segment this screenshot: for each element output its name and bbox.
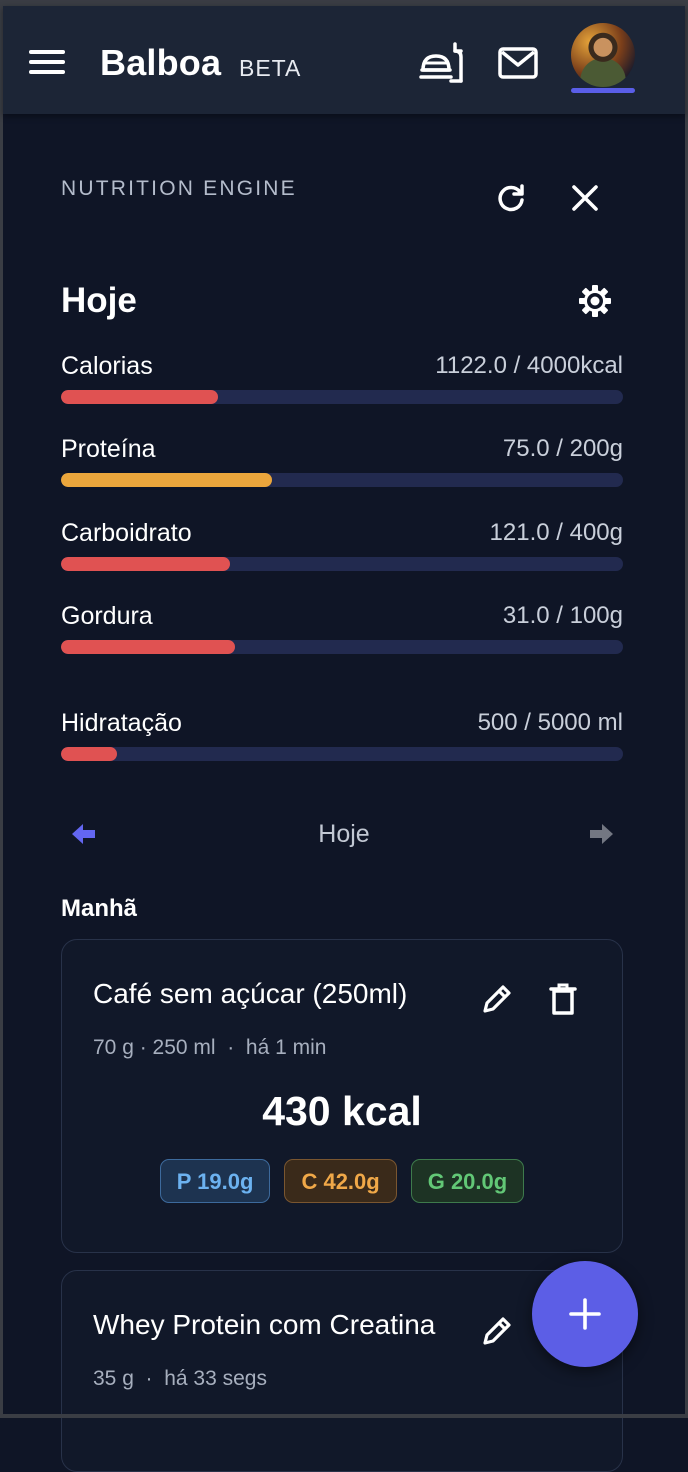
close-icon[interactable] bbox=[568, 181, 602, 215]
progress-fill bbox=[61, 557, 230, 571]
stat-value: 31.0 / 100g bbox=[502, 602, 623, 629]
avatar-active-indicator bbox=[571, 88, 635, 93]
stat-value: 500 / 5000 ml bbox=[477, 709, 623, 736]
progress-track bbox=[61, 473, 623, 487]
refresh-icon[interactable] bbox=[494, 181, 528, 215]
gear-icon[interactable] bbox=[577, 283, 613, 319]
food-entry-card[interactable]: Café sem açúcar (250ml) 70 g · 250 ml · … bbox=[61, 939, 623, 1253]
stat-label: Hidratação bbox=[61, 709, 182, 737]
entry-name: Café sem açúcar (250ml) bbox=[93, 978, 408, 1009]
stat-value: 121.0 / 400g bbox=[489, 519, 623, 546]
beta-badge: BETA bbox=[239, 55, 302, 81]
food-tray-icon[interactable] bbox=[417, 39, 465, 87]
stat-value: 75.0 / 200g bbox=[502, 435, 623, 462]
progress-fill bbox=[61, 390, 219, 404]
window-frame bbox=[0, 1414, 688, 1418]
app-title: Balboa bbox=[100, 42, 222, 83]
avatar[interactable] bbox=[571, 23, 635, 87]
entry-name: Whey Protein com Creatina bbox=[93, 1309, 436, 1340]
window-frame bbox=[0, 0, 3, 1418]
protein-pill: P 19.0g bbox=[159, 1159, 271, 1203]
carbs-pill: C 42.0g bbox=[284, 1159, 397, 1203]
entry-meta: 70 g · 250 ml · há 1 min bbox=[93, 1036, 327, 1059]
trash-icon[interactable] bbox=[548, 982, 578, 1016]
stat-label: Calorias bbox=[61, 352, 153, 380]
macro-pills: P 19.0g C 42.0g G 20.0g bbox=[62, 1159, 622, 1203]
progress-track bbox=[61, 390, 623, 404]
add-entry-button[interactable] bbox=[532, 1261, 638, 1367]
pencil-icon[interactable] bbox=[480, 982, 514, 1016]
progress-fill bbox=[61, 473, 272, 487]
menu-icon[interactable] bbox=[29, 50, 65, 76]
pencil-icon[interactable] bbox=[480, 1314, 514, 1348]
progress-fill bbox=[61, 640, 236, 654]
plus-icon bbox=[569, 1298, 601, 1330]
arrow-left-icon[interactable] bbox=[70, 821, 98, 847]
page-title: Hoje bbox=[61, 281, 137, 320]
progress-track bbox=[61, 640, 623, 654]
arrow-right-icon[interactable] bbox=[587, 821, 615, 847]
stat-value: 1122.0 / 4000kcal bbox=[435, 352, 623, 379]
section-label: NUTRITION ENGINE bbox=[61, 177, 297, 200]
progress-fill bbox=[61, 747, 118, 761]
fat-pill: G 20.0g bbox=[410, 1159, 525, 1203]
progress-track bbox=[61, 747, 623, 761]
date-label: Hoje bbox=[318, 820, 370, 848]
meal-group-heading: Manhã bbox=[61, 895, 138, 922]
stat-label: Carboidrato bbox=[61, 519, 192, 547]
mail-icon[interactable] bbox=[497, 46, 539, 80]
entry-kcal: 430 kcal bbox=[262, 1088, 422, 1134]
stat-label: Proteína bbox=[61, 435, 156, 463]
entry-meta: 35 g · há 33 segs bbox=[93, 1367, 267, 1390]
progress-track bbox=[61, 557, 623, 571]
stat-label: Gordura bbox=[61, 602, 153, 630]
